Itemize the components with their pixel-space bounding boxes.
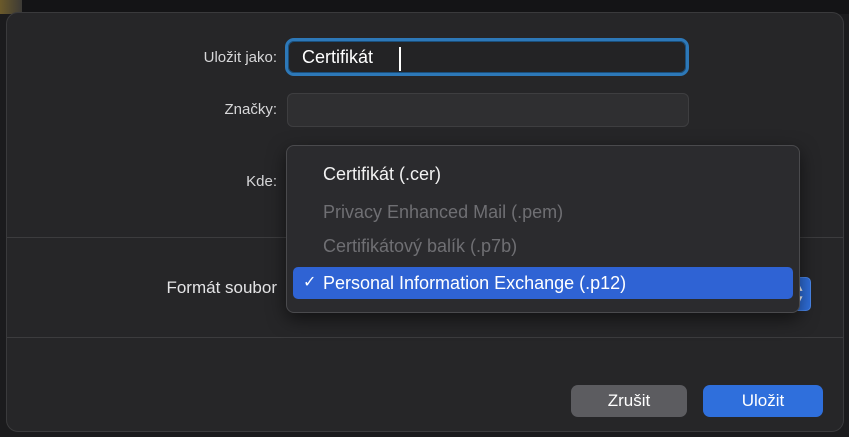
format-label: Formát soubor [166,278,277,297]
save-as-input[interactable]: Certifikát [285,38,689,76]
save-button[interactable]: Uložit [703,385,823,417]
save-as-value: Certifikát [302,47,374,67]
format-dropdown-menu: Certifikát (.cer) Privacy Enhanced Mail … [286,145,800,313]
cancel-button[interactable]: Zrušit [571,385,687,417]
menu-item-p12[interactable]: ✓ Personal Information Exchange (.p12) [293,267,793,299]
menu-item-p12-label: Personal Information Exchange (.p12) [323,273,627,293]
text-caret [399,47,401,71]
save-as-label: Uložit jako: [203,49,277,66]
tags-label: Značky: [224,101,277,118]
menu-item-p7b: Certifikátový balík (.p7b) [323,236,518,256]
menu-item-pem: Privacy Enhanced Mail (.pem) [323,202,564,222]
checkmark-icon: ✓ [303,274,317,291]
separator-bottom [7,337,843,338]
menu-item-cer[interactable]: Certifikát (.cer) [293,158,793,190]
where-label: Kde: [246,173,277,190]
tags-input[interactable] [287,93,689,127]
